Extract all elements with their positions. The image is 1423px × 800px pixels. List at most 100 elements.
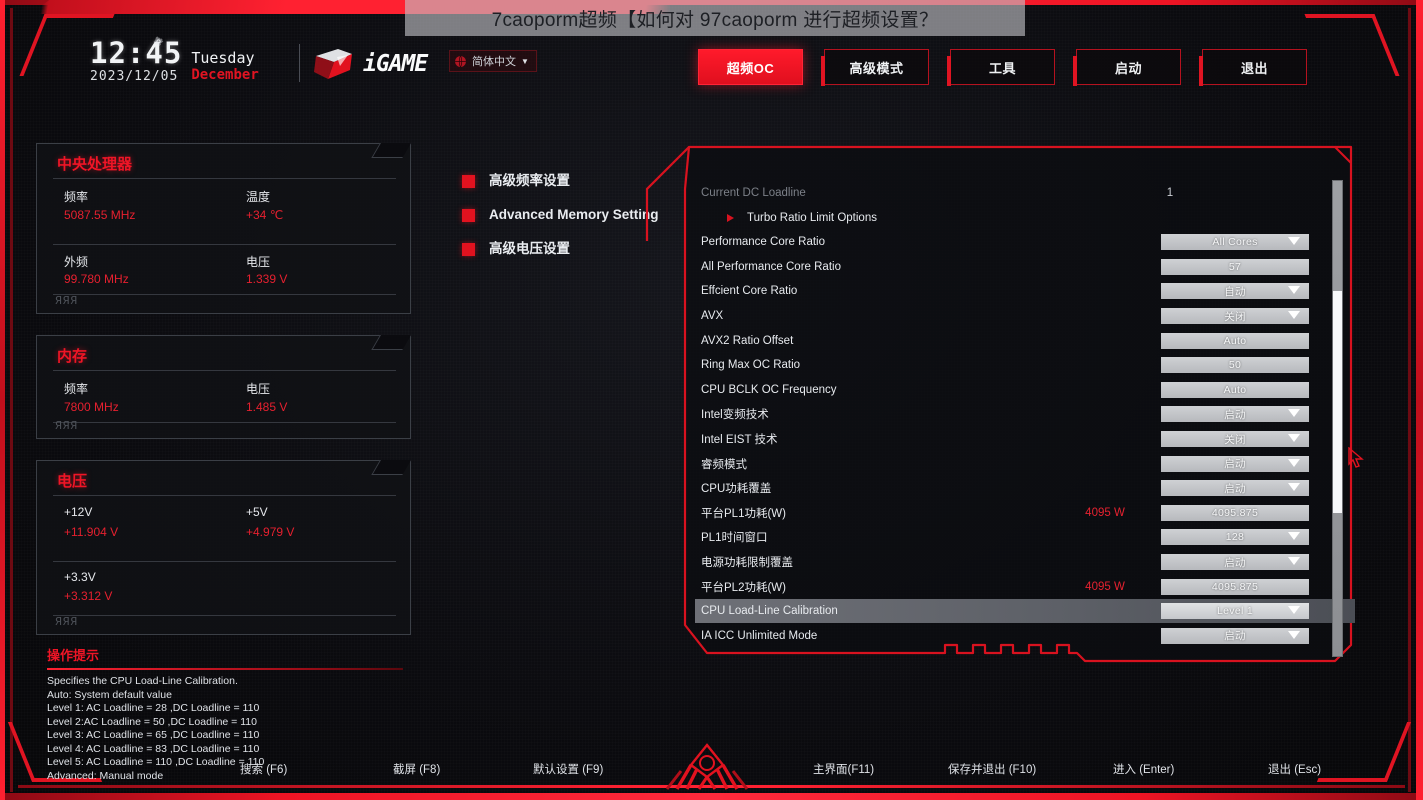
igame-logo-icon	[314, 49, 352, 79]
setting-row[interactable]: PL1时间窗口 128	[695, 525, 1355, 549]
setting-row[interactable]: IA ICC Unlimited Mode 启动	[695, 624, 1355, 648]
setting-row[interactable]: AVX2 Ratio Offset Auto	[695, 329, 1355, 353]
setting-row[interactable]: Intel变频技术 启动	[695, 402, 1355, 426]
setting-row[interactable]: All Performance Core Ratio 57	[695, 255, 1355, 279]
function-key-item-4[interactable]: 保存并退出 (F10)	[948, 761, 1036, 777]
panel-memory-title: 内存	[57, 348, 88, 365]
setting-value-field[interactable]: 50	[1161, 357, 1309, 374]
setting-control-value: Auto	[1223, 334, 1247, 347]
nav-button-4[interactable]: 退出	[1199, 49, 1307, 86]
mouse-cursor-icon	[1348, 447, 1364, 468]
clock-widget: 12:45 2023/12/05 Tuesday December	[90, 38, 259, 85]
function-key-item-1[interactable]: 截屏 (F8)	[393, 761, 440, 777]
setting-dropdown[interactable]: All Cores	[1161, 234, 1309, 251]
setting-value-field[interactable]: 4095.875	[1161, 504, 1309, 521]
setting-row[interactable]: Intel EIST 技术 关闭	[695, 427, 1355, 451]
setting-value-field[interactable]: Auto	[1161, 332, 1309, 349]
v33-value: +3.312 V	[64, 589, 113, 603]
setting-row[interactable]: CPU Load-Line Calibration Level 1	[695, 599, 1355, 624]
setting-value-field[interactable]: Auto	[1161, 381, 1309, 398]
setting-row[interactable]: Performance Core Ratio All Cores	[695, 230, 1355, 254]
setting-dropdown[interactable]: 128	[1161, 529, 1309, 546]
header-divider	[299, 44, 300, 82]
frame-bottom	[0, 793, 1423, 800]
mem-volt-value: 1.485 V	[246, 400, 288, 414]
cpu-freq-label: 频率	[64, 190, 89, 204]
advanced-menu-item-0[interactable]: 高级频率设置	[462, 172, 662, 189]
gear-icon	[153, 36, 164, 46]
frame-left	[0, 0, 5, 800]
setting-row[interactable]: 平台PL1功耗(W) 4095 W 4095.875	[695, 501, 1355, 525]
nav-button-2[interactable]: 工具	[947, 49, 1055, 86]
function-key-item-6[interactable]: 退出 (Esc)	[1268, 761, 1321, 777]
setting-row[interactable]: CPU BCLK OC Frequency Auto	[695, 378, 1355, 402]
panel-rule	[53, 422, 396, 423]
setting-dropdown[interactable]: 启动	[1161, 554, 1309, 570]
setting-label: CPU Load-Line Calibration	[701, 605, 838, 618]
function-key-item-3[interactable]: 主界面(F11)	[813, 761, 874, 777]
setting-control-value: Level 1	[1217, 605, 1253, 618]
advanced-menu-item-1[interactable]: Advanced Memory Setting	[462, 206, 662, 223]
setting-dropdown[interactable]: 启动	[1161, 627, 1309, 644]
frame-inner-left	[10, 8, 13, 792]
language-selector[interactable]: 简体中文 ▼	[449, 50, 537, 72]
function-key-item-2[interactable]: 默认设置 (F9)	[533, 761, 603, 777]
settings-scrollbar[interactable]	[1332, 180, 1343, 657]
setting-label: Intel变频技术	[701, 409, 769, 422]
cpu-temp-label: 温度	[246, 190, 271, 204]
setting-aux-value: 4095 W	[1085, 506, 1125, 519]
setting-row[interactable]: Turbo Ratio Limit Options	[695, 206, 1355, 230]
cpu-bclk-label: 外频	[64, 255, 89, 269]
setting-row[interactable]: AVX 关闭	[695, 304, 1355, 328]
setting-row[interactable]: 睿频模式 启动	[695, 452, 1355, 476]
function-key-item-5[interactable]: 进入 (Enter)	[1113, 761, 1174, 777]
submenu-arrow-icon	[727, 213, 734, 222]
setting-row[interactable]: 电源功耗限制覆盖 启动	[695, 550, 1355, 574]
chevron-down-icon	[1288, 434, 1300, 442]
setting-control-value: 4095.875	[1211, 506, 1259, 519]
setting-row[interactable]: Effcient Core Ratio 自动	[695, 279, 1355, 303]
panel-rule	[53, 615, 396, 616]
nav-button-1[interactable]: 高级模式	[821, 49, 929, 86]
help-line: Level 3: AC Loadline = 65 ,DC Loadline =…	[47, 729, 260, 741]
setting-dropdown[interactable]: Level 1	[1161, 603, 1309, 620]
advanced-menu-item-2[interactable]: 高级电压设置	[462, 240, 662, 257]
chevron-down-icon	[1288, 286, 1300, 295]
panel-cpu: 中央处理器 频率 5087.55 MHz 温度 +34 ℃ 外频 99.780 …	[36, 143, 411, 314]
setting-dropdown[interactable]: 启动	[1161, 455, 1309, 472]
panel-voltage: 电压 +12V +11.904 V +5V +4.979 V +3.3V +3.…	[36, 460, 411, 635]
setting-aux-value: 4095 W	[1085, 580, 1125, 593]
setting-control-value: 启动	[1224, 408, 1246, 421]
nav-button-label: 高级模式	[849, 60, 904, 76]
setting-value-field[interactable]: 4095.875	[1161, 578, 1309, 595]
setting-dropdown[interactable]: 关闭	[1161, 431, 1309, 447]
panel-decoration: ЯЯЯ	[55, 419, 78, 432]
nav-button-3[interactable]: 启动	[1073, 49, 1181, 86]
mem-volt-label: 电压	[246, 382, 271, 396]
setting-row[interactable]: 平台PL2功耗(W) 4095 W 4095.875	[695, 575, 1355, 599]
setting-row[interactable]: CPU功耗覆盖 启动	[695, 476, 1355, 500]
advanced-menu: 高级频率设置 Advanced Memory Setting 高级电压设置	[462, 172, 662, 274]
setting-row[interactable]: Ring Max OC Ratio 50	[695, 353, 1355, 377]
panel-rule	[53, 561, 396, 562]
panel-rule	[53, 495, 396, 496]
help-line: Level 2:AC Loadline = 50 ,DC Loadline = …	[47, 715, 257, 728]
scrollbar-thumb[interactable]	[1333, 291, 1342, 513]
setting-dropdown[interactable]: 关闭	[1161, 308, 1309, 324]
setting-value-field[interactable]: 57	[1161, 258, 1309, 275]
help-line: Specifies the CPU Load-Line Calibration.	[47, 675, 238, 687]
v33-label: +3.3V	[64, 570, 96, 584]
function-key-item-0[interactable]: 搜索 (F6)	[240, 761, 287, 777]
clock-date: 2023/12/05	[90, 69, 179, 84]
setting-row[interactable]: Current DC Loadline 1	[695, 181, 1355, 205]
setting-dropdown[interactable]: 自动	[1161, 283, 1309, 300]
setting-dropdown[interactable]: 启动	[1161, 406, 1309, 423]
chevron-down-icon	[1288, 237, 1300, 246]
setting-dropdown[interactable]: 启动	[1161, 480, 1309, 497]
settings-list: Current DC Loadline 1 Turbo Ratio Limit Op…	[695, 181, 1355, 656]
nav-button-0[interactable]: 超频OC	[698, 49, 803, 85]
chevron-down-icon	[1288, 409, 1300, 418]
overlay-banner-text: 7caoporm超频【如何对 97caoporm 进行超频设置？	[405, 0, 1025, 36]
nav-button-label: 启动	[1114, 60, 1142, 76]
setting-control-value: 自动	[1224, 285, 1246, 298]
